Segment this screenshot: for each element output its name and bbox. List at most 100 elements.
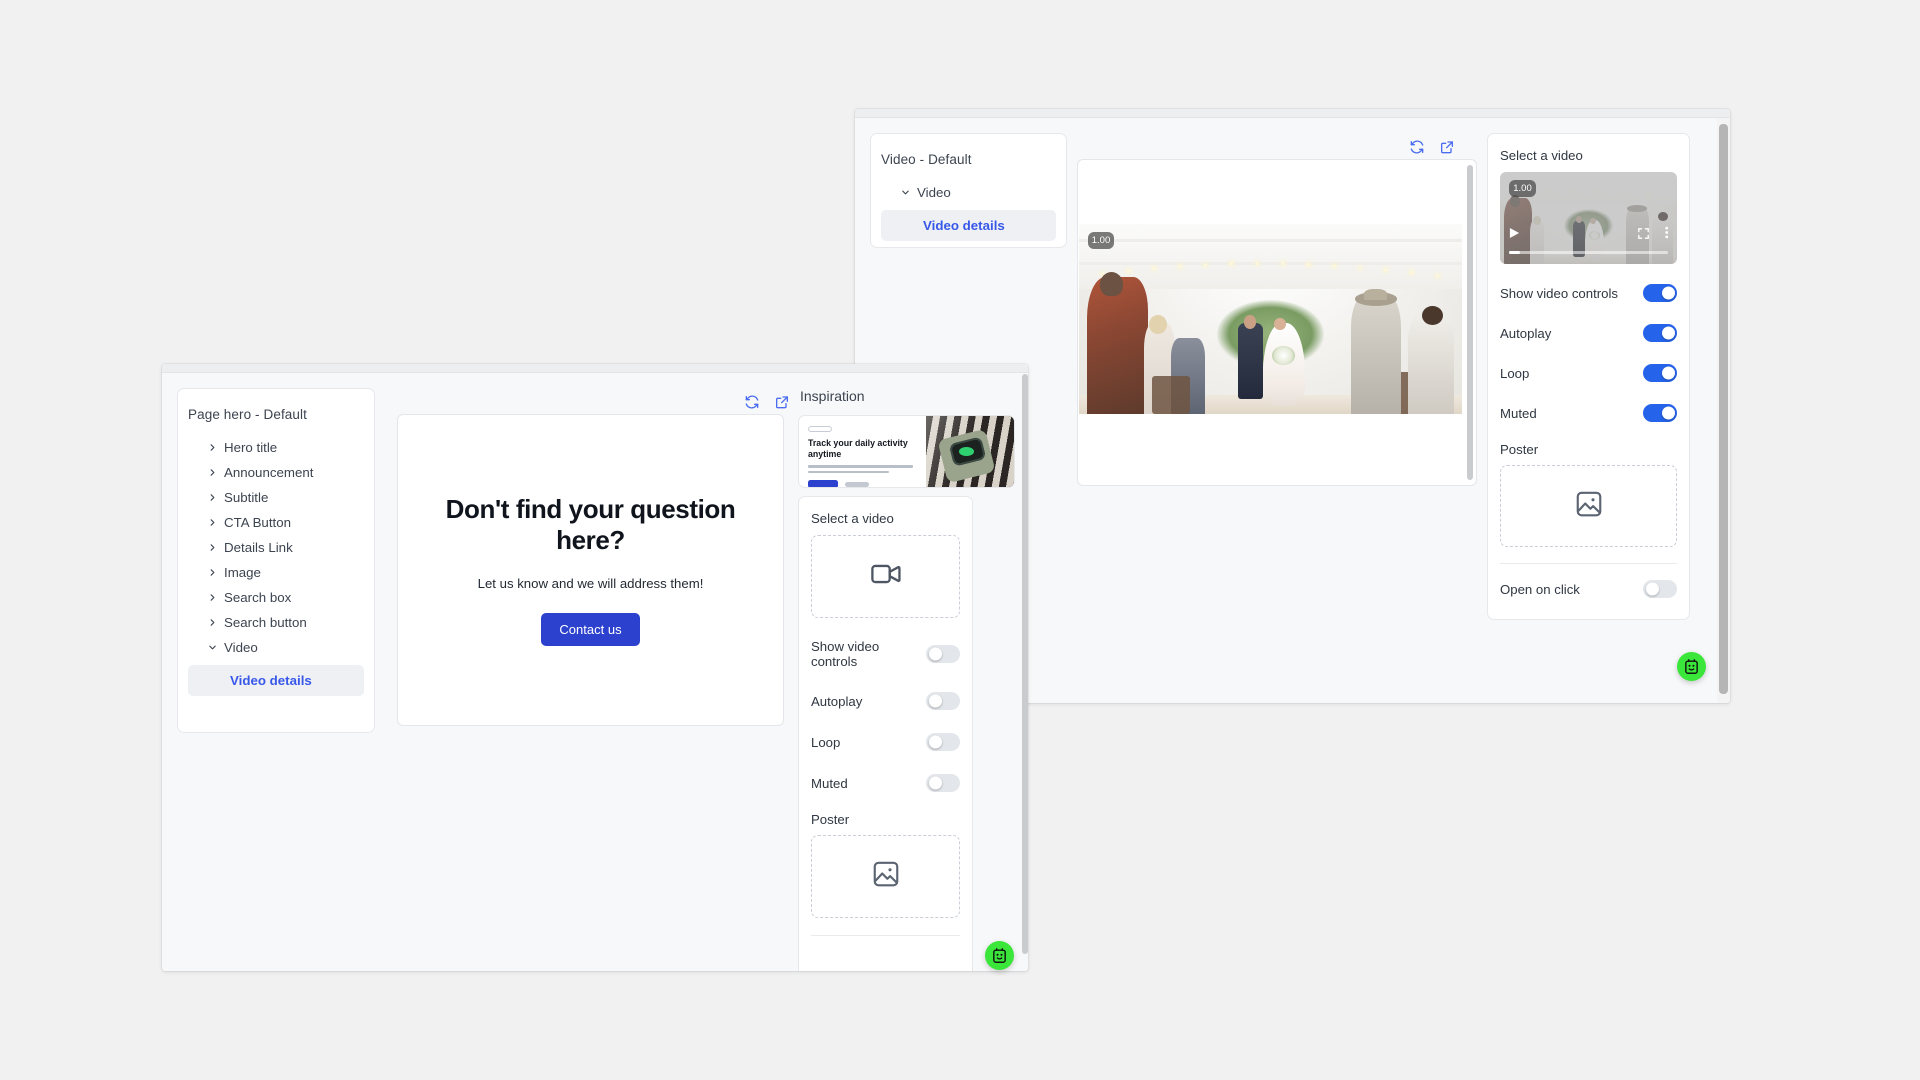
- front-select-video-label: Select a video: [811, 511, 894, 526]
- back-inspector-panel: Select a video 1.00 Show video controls …: [1487, 133, 1690, 620]
- front-toggle-autoplay[interactable]: [926, 692, 960, 710]
- chevron-right-icon: [208, 593, 217, 602]
- fullscreen-icon[interactable]: [1637, 226, 1649, 244]
- inspiration-card-body-lines: [808, 465, 917, 474]
- back-video-progress-bar[interactable]: [1509, 250, 1668, 254]
- front-tree-child-video-details[interactable]: Video details: [188, 665, 364, 696]
- back-toggle-row-loop: Loop: [1500, 364, 1677, 382]
- back-toggle-label-show-video-controls: Show video controls: [1500, 285, 1619, 301]
- back-poster-label: Poster: [1500, 442, 1539, 457]
- front-preview-panel: Don't find your question here? Let us kn…: [384, 388, 790, 733]
- back-tree-list: Video Video details: [881, 180, 1056, 241]
- back-toggle-show-video-controls[interactable]: [1643, 284, 1677, 302]
- back-toggle-open-on-click[interactable]: [1643, 580, 1677, 598]
- inspiration-card-badge: [808, 426, 832, 432]
- chevron-down-icon: [901, 188, 910, 197]
- front-toggle-label-show-video-controls: Show video controls: [811, 639, 880, 669]
- page-hero-default-editor-window: Page hero - Default Hero title Announcem…: [162, 364, 1028, 971]
- back-tree-title: Video - Default: [881, 152, 972, 167]
- chevron-right-icon: [208, 568, 217, 577]
- chevron-right-icon: [208, 618, 217, 627]
- back-tree-child-video-details[interactable]: Video details: [881, 210, 1056, 241]
- front-tree-node-search-button[interactable]: Search button: [188, 610, 364, 635]
- front-toggle-row-muted: Muted: [811, 774, 960, 792]
- inspiration-card-actions: [808, 480, 917, 487]
- back-toggle-row-open-on-click: Open on click: [1500, 580, 1677, 598]
- back-window-scrollbar[interactable]: [1717, 118, 1730, 703]
- front-tree-node-image[interactable]: Image: [188, 560, 364, 585]
- chevron-right-icon: [208, 443, 217, 452]
- inspiration-card-primary-button[interactable]: [808, 480, 838, 487]
- chevron-right-icon: [208, 468, 217, 477]
- refresh-icon[interactable]: [1409, 139, 1425, 155]
- back-tree-node-video[interactable]: Video: [881, 180, 1056, 205]
- hero-subtitle: Let us know and we will address them!: [477, 575, 704, 591]
- chat-bot-button-back[interactable]: [1677, 652, 1706, 681]
- inspiration-card-secondary-button[interactable]: [845, 481, 869, 487]
- front-tree-label-cta-button: CTA Button: [224, 515, 292, 530]
- front-tree-list: Hero title Announcement Subtitle CTA But…: [188, 435, 364, 696]
- chat-bot-icon: [1685, 659, 1698, 674]
- back-toggle-row-autoplay: Autoplay: [1500, 324, 1677, 342]
- inspiration-card-heading: Track your daily activity anytime: [808, 438, 908, 459]
- chevron-right-icon: [208, 518, 217, 527]
- back-poster-dropzone[interactable]: [1500, 465, 1677, 547]
- front-tree-label-search-button: Search button: [224, 615, 307, 630]
- chat-bot-icon: [993, 948, 1006, 963]
- front-tree-node-subtitle[interactable]: Subtitle: [188, 485, 364, 510]
- back-toggle-autoplay[interactable]: [1643, 324, 1677, 342]
- chevron-right-icon: [208, 543, 217, 552]
- front-right-column: Inspiration Track your daily activity an…: [798, 374, 1028, 971]
- back-layer-tree-panel: Video - Default Video Video details: [870, 133, 1067, 248]
- contact-us-button[interactable]: Contact us: [541, 612, 640, 646]
- screen: Video - Default Video Video details 1.00…: [0, 0, 1920, 1080]
- back-preview-scrollbar[interactable]: [1467, 165, 1473, 480]
- refresh-icon[interactable]: [744, 394, 760, 410]
- inspiration-title: Inspiration: [800, 388, 865, 404]
- back-tree-node-label: Video: [917, 185, 951, 200]
- inspiration-card-image: [926, 416, 1014, 487]
- back-toggle-muted[interactable]: [1643, 404, 1677, 422]
- back-video-thumbnail-controls[interactable]: [1500, 226, 1677, 244]
- front-tree-title: Page hero - Default: [188, 407, 307, 422]
- inspiration-card-content: Track your daily activity anytime: [799, 416, 926, 487]
- image-placeholder-icon: [871, 859, 901, 894]
- video-camera-icon: [870, 559, 901, 594]
- more-options-icon[interactable]: [1664, 226, 1669, 244]
- front-tree-label-subtitle: Subtitle: [224, 490, 269, 505]
- chevron-down-icon: [208, 643, 217, 652]
- front-video-dropzone[interactable]: [811, 535, 960, 618]
- front-preview-canvas: Don't find your question here? Let us kn…: [397, 414, 784, 726]
- front-tree-node-details-link[interactable]: Details Link: [188, 535, 364, 560]
- chat-bot-button-front[interactable]: [985, 941, 1014, 970]
- front-toggle-row-autoplay: Autoplay: [811, 692, 960, 710]
- open-external-icon[interactable]: [774, 394, 790, 410]
- front-tree-node-announcement[interactable]: Announcement: [188, 460, 364, 485]
- front-poster-dropzone[interactable]: [811, 835, 960, 918]
- back-toggle-loop[interactable]: [1643, 364, 1677, 382]
- front-tree-node-hero-title[interactable]: Hero title: [188, 435, 364, 460]
- front-tree-node-cta-button[interactable]: CTA Button: [188, 510, 364, 535]
- hero-title: Don't find your question here?: [445, 494, 736, 555]
- open-external-icon[interactable]: [1439, 139, 1455, 155]
- front-toggle-label-loop: Loop: [811, 734, 841, 750]
- front-toggle-loop[interactable]: [926, 733, 960, 751]
- front-tree-label-video: Video: [224, 640, 258, 655]
- front-tree-node-search-box[interactable]: Search box: [188, 585, 364, 610]
- front-toggle-show-video-controls[interactable]: [926, 645, 960, 663]
- back-preview-canvas: 1.00: [1077, 159, 1477, 486]
- front-toggle-muted[interactable]: [926, 774, 960, 792]
- back-video-thumbnail[interactable]: 1.00: [1500, 172, 1677, 264]
- inspiration-card[interactable]: Track your daily activity anytime: [798, 415, 1015, 488]
- back-preview-toolbar: [1409, 139, 1455, 155]
- back-inspector-divider: [1500, 563, 1677, 564]
- back-toggle-label-autoplay: Autoplay: [1500, 325, 1552, 341]
- front-preview-toolbar: [744, 394, 790, 410]
- front-tree-label-image: Image: [224, 565, 261, 580]
- window-titlebar-front: [162, 364, 1028, 373]
- play-icon[interactable]: [1509, 226, 1520, 244]
- front-right-column-scrollbar[interactable]: [1022, 374, 1028, 954]
- front-tree-node-video[interactable]: Video: [188, 635, 364, 660]
- back-toggle-label-loop: Loop: [1500, 365, 1530, 381]
- wedding-ceremony-video-still: [1079, 224, 1462, 414]
